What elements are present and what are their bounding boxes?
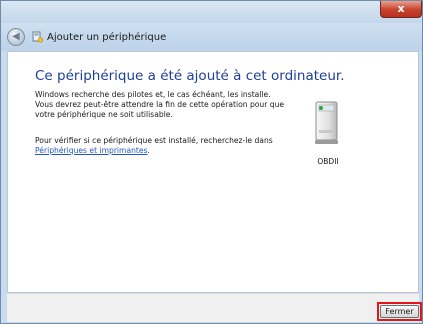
back-arrow-icon: ◀: [12, 31, 20, 42]
wizard-title: Ajouter un périphérique: [47, 32, 167, 43]
title-bar[interactable]: [1, 1, 422, 23]
window-close-button[interactable]: x: [380, 1, 422, 18]
content-panel: Ce périphérique a été ajouté à cet ordin…: [7, 51, 419, 293]
fermer-button[interactable]: Fermer: [380, 305, 419, 318]
footer-bar: [7, 293, 419, 322]
driver-info-text: Windows recherche des pilotes et, le cas…: [35, 90, 285, 119]
device-label: OBDII: [317, 157, 339, 166]
devices-printers-link[interactable]: Périphériques et imprimantes: [35, 146, 148, 155]
page-heading: Ce périphérique a été ajouté à cet ordin…: [35, 68, 345, 84]
close-button-highlight: Fermer: [377, 302, 422, 321]
wizard-window: x ◀ Ajouter un périphérique Ce périphéri…: [0, 0, 423, 324]
back-button[interactable]: ◀: [7, 28, 25, 46]
verify-info-text: Pour vérifier si ce périphérique est ins…: [35, 136, 287, 156]
printer-device-icon: [315, 101, 338, 144]
verify-info-suffix: .: [147, 146, 150, 155]
device-wizard-icon: [32, 31, 43, 43]
verify-info-prefix: Pour vérifier si ce périphérique est ins…: [35, 136, 273, 145]
